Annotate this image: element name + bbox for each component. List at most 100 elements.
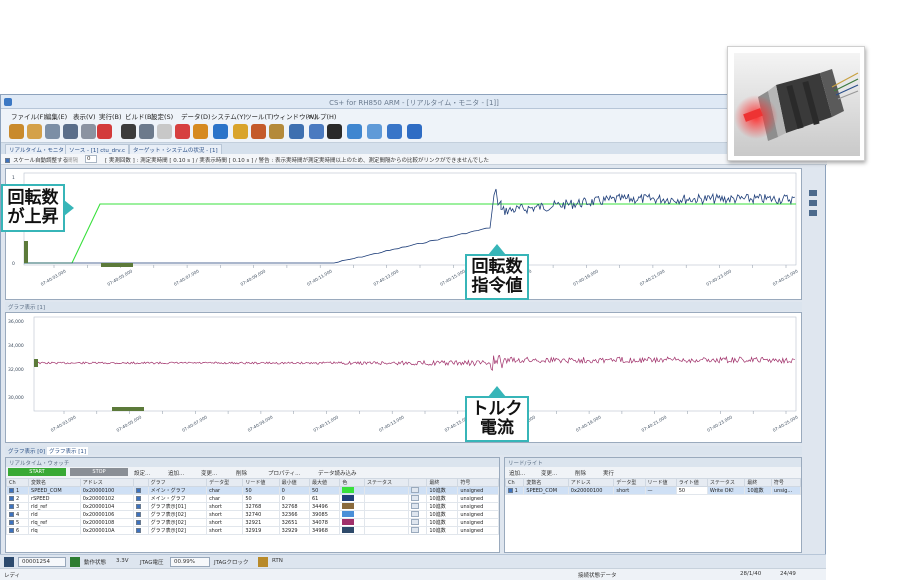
toolbar-icon-19[interactable] bbox=[367, 124, 382, 139]
toolbar-icon-20[interactable] bbox=[387, 124, 402, 139]
toolbar-icon-12[interactable] bbox=[233, 124, 248, 139]
tab-graph-0[interactable]: グラフ表示 [0] bbox=[8, 447, 45, 455]
watch-col-0[interactable]: Ch bbox=[6, 478, 30, 487]
toolbar-icon-5[interactable] bbox=[97, 124, 112, 139]
lower-graph-panel[interactable]: 07:40:03.000 07:40:05.000 07:40:07.000 07:4… bbox=[5, 312, 802, 443]
add-button[interactable]: 追加... bbox=[168, 469, 184, 477]
row-action-icon[interactable] bbox=[410, 527, 419, 534]
watch-row[interactable]: 1 SPEED_COM 0x20000100 メイン・グラフ char 50 0 50 10進数… bbox=[6, 486, 499, 495]
rw-row-checkbox[interactable] bbox=[508, 487, 513, 493]
zoom-out-icon[interactable] bbox=[809, 200, 817, 206]
lower-cursor-marker[interactable] bbox=[34, 359, 38, 367]
watch-col-5[interactable]: データ型 bbox=[206, 478, 244, 487]
properties-button[interactable]: プロパティ... bbox=[268, 469, 300, 477]
rw-add-button[interactable]: 追加... bbox=[509, 469, 525, 477]
toolbar-icon-21[interactable] bbox=[407, 124, 422, 139]
rw-delete-button[interactable]: 削除 bbox=[575, 469, 586, 477]
rw-col-7[interactable]: 最終 bbox=[744, 478, 772, 487]
row-action-icon[interactable] bbox=[410, 495, 419, 502]
watch-col-9[interactable]: 色 bbox=[339, 478, 365, 487]
graph-visible-checkbox[interactable] bbox=[136, 487, 142, 493]
watch-col-7[interactable]: 最小値 bbox=[278, 478, 310, 487]
stop-button[interactable]: STOP bbox=[70, 468, 128, 476]
graph-visible-checkbox[interactable] bbox=[136, 519, 142, 525]
menu-item-2[interactable]: 表示(V) bbox=[73, 111, 96, 121]
watch-row-checkbox[interactable] bbox=[9, 511, 14, 517]
document-tab-2[interactable]: ターゲット・システムの状況 - [1] bbox=[129, 144, 222, 154]
watch-row-checkbox[interactable] bbox=[9, 519, 14, 525]
toolbar-icon-9[interactable] bbox=[175, 124, 190, 139]
series-color-swatch[interactable] bbox=[342, 503, 355, 510]
watch-row[interactable]: 4 rId 0x20000106 グラフ表示[02] short 32740 32366 39… bbox=[6, 510, 499, 519]
menu-item-3[interactable]: 実行(B) bbox=[99, 111, 122, 121]
rw-col-6[interactable]: ステータス bbox=[706, 478, 746, 487]
watch-row[interactable]: 6 rIq 0x2000010A グラフ表示[02] short 32919 32929 34… bbox=[6, 526, 499, 535]
zoom-in-icon[interactable] bbox=[809, 190, 817, 196]
watch-row[interactable]: 5 rIq_ref 0x20000108 グラフ表示[02] short 32921 326… bbox=[6, 518, 499, 527]
menu-item-4[interactable]: ビルド(B) bbox=[125, 111, 154, 121]
rw-col-5[interactable]: ライト値 bbox=[675, 478, 708, 487]
watch-col-13[interactable]: 符号 bbox=[457, 478, 499, 487]
menu-item-5[interactable]: 設定(S) bbox=[151, 111, 173, 121]
read-write-row[interactable]: 1 SPEED_COM 0x20000100 short — 50 Write … bbox=[505, 486, 801, 495]
toolbar-icon-4[interactable] bbox=[81, 124, 96, 139]
fit-icon[interactable] bbox=[809, 210, 817, 216]
watch-col-2[interactable]: アドレス bbox=[79, 478, 135, 487]
toolbar-icon-10[interactable] bbox=[193, 124, 208, 139]
load-data-button[interactable]: データ読み込み bbox=[318, 469, 357, 477]
graph-visible-checkbox[interactable] bbox=[136, 503, 142, 509]
toolbar-icon-0[interactable] bbox=[9, 124, 24, 139]
row-action-icon[interactable] bbox=[410, 503, 419, 510]
tab-graph-1[interactable]: グラフ表示 [1] bbox=[47, 447, 89, 455]
graph-visible-checkbox[interactable] bbox=[136, 527, 142, 533]
row-action-icon[interactable] bbox=[410, 519, 419, 526]
toolbar-icon-7[interactable] bbox=[139, 124, 154, 139]
toolbar-icon-8[interactable] bbox=[157, 124, 172, 139]
series-color-swatch[interactable] bbox=[342, 527, 355, 534]
delete-button[interactable]: 削除 bbox=[236, 469, 247, 477]
rw-col-3[interactable]: データ型 bbox=[613, 478, 646, 487]
document-tab-1[interactable]: ソース - [1] ctu_drv.c bbox=[65, 144, 130, 154]
menu-item-7[interactable]: システム(Y) bbox=[211, 111, 246, 121]
rw-col-0[interactable]: Ch bbox=[505, 478, 525, 487]
toolbar-icon-16[interactable] bbox=[309, 124, 324, 139]
upper-range-marker[interactable] bbox=[101, 263, 133, 267]
series-color-swatch[interactable] bbox=[342, 487, 355, 494]
rw-col-2[interactable]: アドレス bbox=[567, 478, 615, 487]
write-value-input[interactable]: 50 bbox=[675, 486, 708, 495]
settings-button[interactable]: 設定... bbox=[134, 469, 150, 477]
watch-col-4[interactable]: グラフ bbox=[147, 478, 208, 487]
rw-run-button[interactable]: 実行 bbox=[603, 469, 614, 477]
rw-col-8[interactable]: 符号 bbox=[770, 478, 801, 487]
menu-item-0[interactable]: ファイル(F) bbox=[11, 111, 46, 121]
watch-row-checkbox[interactable] bbox=[9, 487, 14, 493]
series-color-swatch[interactable] bbox=[342, 511, 355, 518]
watch-col-10[interactable]: ステータス bbox=[363, 478, 409, 487]
watch-col-1[interactable]: 変数名 bbox=[28, 478, 81, 487]
upper-graph-panel[interactable]: 07:40:03.000 07:40:05.000 07:40:07.000 07:4… bbox=[5, 168, 802, 300]
interval-input[interactable]: 0 bbox=[85, 155, 97, 163]
series-color-swatch[interactable] bbox=[342, 519, 355, 526]
menu-item-10[interactable]: ヘルプ(H) bbox=[307, 111, 336, 121]
watch-row-checkbox[interactable] bbox=[9, 527, 14, 533]
rw-col-4[interactable]: リード値 bbox=[644, 478, 677, 487]
graph-visible-checkbox[interactable] bbox=[136, 495, 142, 501]
toolbar-icon-15[interactable] bbox=[289, 124, 304, 139]
rw-edit-button[interactable]: 変更... bbox=[541, 469, 557, 477]
watch-row-checkbox[interactable] bbox=[9, 503, 14, 509]
toolbar-icon-17[interactable] bbox=[327, 124, 342, 139]
start-button[interactable]: START bbox=[8, 468, 66, 476]
toolbar-icon-14[interactable] bbox=[269, 124, 284, 139]
toolbar-icon-11[interactable] bbox=[213, 124, 228, 139]
series-color-swatch[interactable] bbox=[342, 495, 355, 502]
toolbar-icon-6[interactable] bbox=[121, 124, 136, 139]
watch-row-checkbox[interactable] bbox=[9, 495, 14, 501]
toolbar-icon-13[interactable] bbox=[251, 124, 266, 139]
toolbar-icon-18[interactable] bbox=[347, 124, 362, 139]
watch-row[interactable]: 3 rId_ref 0x20000104 グラフ表示[01] short 32768 327… bbox=[6, 502, 499, 511]
menu-item-8[interactable]: ツール(T) bbox=[245, 111, 274, 121]
rw-col-1[interactable]: 変数名 bbox=[523, 478, 569, 487]
menu-item-6[interactable]: データ(D) bbox=[181, 111, 211, 121]
edit-button[interactable]: 変更... bbox=[201, 469, 217, 477]
upper-cursor-marker[interactable] bbox=[24, 241, 28, 263]
